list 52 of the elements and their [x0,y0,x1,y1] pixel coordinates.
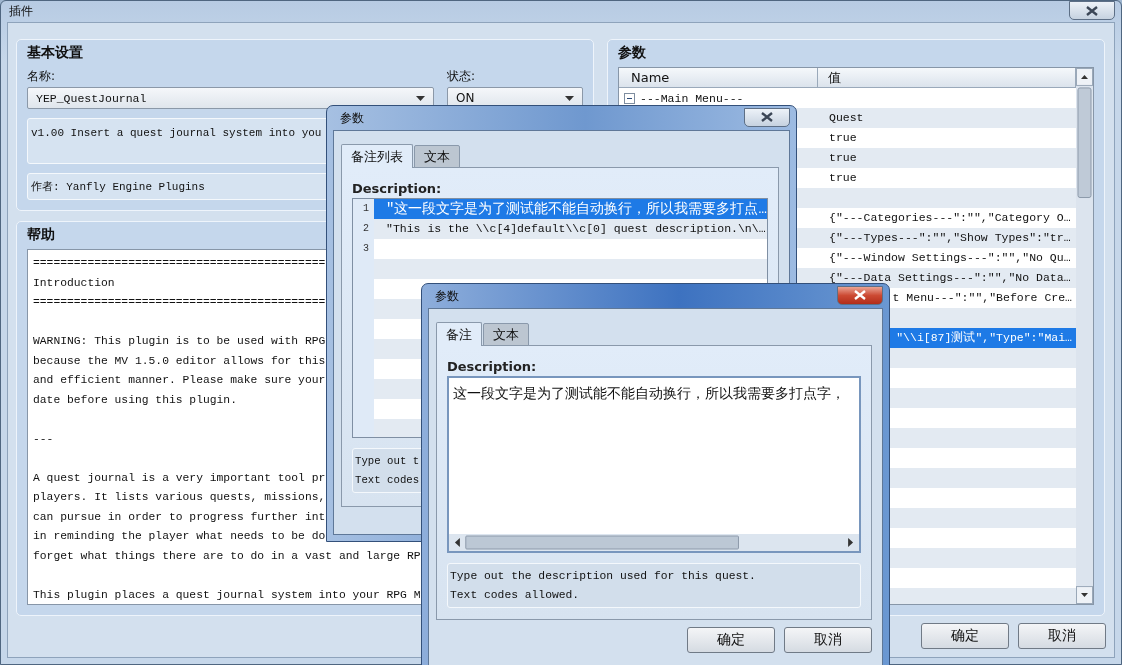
help-text-line: can pursue in order to progress further int [33,509,326,525]
ok-button[interactable]: 确定 [921,623,1009,649]
field-label: 名称: [27,68,56,84]
field-label: 状态: [447,68,476,84]
column-header[interactable]: 值 [818,68,1076,88]
plugin-name-dropdown[interactable]: YEP_QuestJournal [27,87,434,109]
value-cell-text: {"---Window Settings---":"","No Qu… [829,250,1071,266]
dialog-title: 参数 [435,287,459,305]
help-text-line: and efficient manner. Please make sure your [33,373,326,388]
list-row[interactable]: 1 "这一段文字是为了测试能不能自动换行，所以我需要多打点… [353,199,767,219]
list-row[interactable]: 2 "This is the \\c[4]default\\c[0] quest description.\n\… [353,219,767,239]
line-number: 1 [353,199,374,219]
panel-title: 帮助 [27,225,55,244]
value-cell-text: {"---Categories---":"","Category O… [829,210,1071,226]
tab[interactable]: 备注 [436,322,482,346]
help-text-line: --- [33,431,54,447]
help-text-line: This plugin places a quest journal system into your RPG M [33,587,421,603]
value-cell-text: true [829,150,857,166]
help-text-line: A quest journal is a very important tool pr [33,470,326,486]
cancel-button[interactable]: 取消 [784,627,872,653]
help-text-line: WARNING: This plugin is to be used with RPG [33,334,326,349]
value-cell-text: true [829,130,857,146]
description-field[interactable]: 这一段文字是为了测试能不能自动换行，所以我需要多打点字， [447,376,861,553]
ok-button[interactable]: 确定 [687,627,775,653]
panel-title: 参数 [618,43,646,62]
panel-title: 基本设置 [27,43,83,62]
value-cell-text: {"---Data Settings---":"","No Data… [829,270,1071,286]
help-text-line: in reminding the player what needs to be do [33,529,326,544]
help-text-line: because the MV 1.5.0 editor allows for this [33,353,326,369]
name-cell: ---Main Menu--- [640,91,744,105]
tab[interactable]: 文本 [414,145,460,168]
help-text-line: =========================================== [33,256,326,271]
help-text-line: Introduction [33,275,115,291]
help-text-line: date before using this plugin. [33,392,237,408]
help-text-line: forget what things there are to do in a vast and large RP [33,548,421,564]
value-cell-text: Quest [829,110,864,126]
line-number: 3 [353,239,374,259]
value-cell-text: {"---Types---":"","Show Types":"tr… [829,230,1071,246]
value-cell-text: "\\i[87]测试","Type":"Mai… [896,330,1072,346]
value-cell-text: true [829,170,857,186]
hint-text: Type out the description used for this quest. Text codes allowed. [447,563,861,608]
line-number: 2 [353,219,374,239]
window-title: 插件 [9,3,33,20]
column-header[interactable]: Name [619,68,818,88]
cancel-button[interactable]: 取消 [1018,623,1106,649]
help-text-line: players. It lists various quests, missions, [33,490,326,505]
value-cell-text: t Menu---":"","Before Cre… [892,290,1072,306]
field-label: Description: [352,180,442,197]
help-text-line: =========================================== [33,295,326,310]
tab[interactable]: 文本 [483,323,529,346]
tab[interactable]: 备注列表 [341,144,413,168]
field-label: Description: [447,358,537,375]
